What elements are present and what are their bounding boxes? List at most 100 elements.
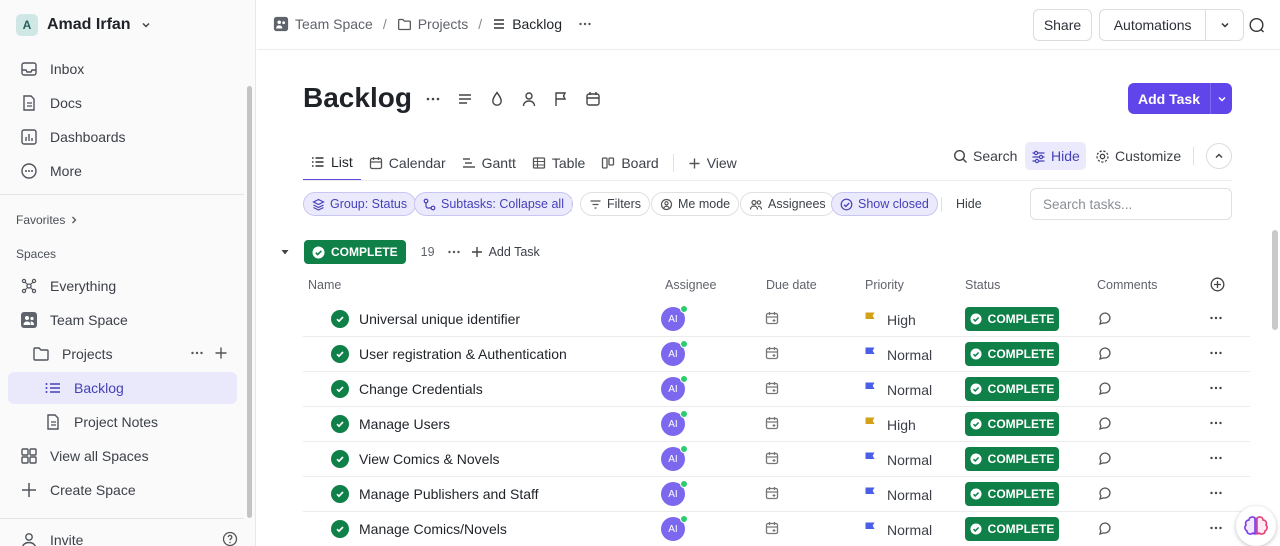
task-priority[interactable]: Normal xyxy=(887,382,932,398)
column-header-status[interactable]: Status xyxy=(965,278,1000,292)
priority-flag-icon[interactable] xyxy=(863,451,877,465)
comment-icon[interactable] xyxy=(1098,346,1113,361)
more-horizontal-icon[interactable] xyxy=(1209,346,1223,360)
task-complete-icon[interactable] xyxy=(331,485,349,503)
tab-gantt[interactable]: Gantt xyxy=(454,145,524,181)
sidebar-item-everything[interactable]: Everything xyxy=(8,270,237,302)
workspace-switcher[interactable]: A Amad Irfan xyxy=(16,14,152,36)
task-complete-icon[interactable] xyxy=(331,415,349,433)
sidebar-item-dashboards[interactable]: Dashboards xyxy=(8,121,237,153)
help-icon[interactable] xyxy=(222,531,238,546)
table-row[interactable]: Manage Comics/Novels AI Normal COMPLETE xyxy=(303,512,1250,546)
sidebar-item-view-all-spaces[interactable]: View all Spaces xyxy=(8,440,237,472)
sidebar-item-project-notes[interactable]: Project Notes xyxy=(8,406,237,438)
assignees-chip[interactable]: Assignees xyxy=(740,192,835,216)
add-view-button[interactable]: View xyxy=(680,145,745,181)
task-complete-icon[interactable] xyxy=(331,345,349,363)
tab-calendar[interactable]: Calendar xyxy=(361,145,454,181)
calendar-add-icon[interactable] xyxy=(765,486,779,500)
show-closed-chip[interactable]: Show closed xyxy=(831,192,938,216)
chevron-down-icon[interactable] xyxy=(1210,83,1232,114)
flag-icon[interactable] xyxy=(553,90,571,108)
customize-button[interactable]: Customize xyxy=(1095,145,1181,167)
collapse-header-button[interactable] xyxy=(1206,143,1232,169)
table-row[interactable]: User registration & Authentication AI Norm… xyxy=(303,337,1250,372)
search-view-button[interactable]: Search xyxy=(953,145,1017,167)
table-row[interactable]: Manage Publishers and Staff AI Normal COMPL… xyxy=(303,477,1250,512)
breadcrumb-list[interactable]: Backlog xyxy=(512,16,562,32)
more-horizontal-icon[interactable] xyxy=(447,245,461,259)
calendar-add-icon[interactable] xyxy=(765,451,779,465)
task-priority[interactable]: Normal xyxy=(887,522,932,538)
group-status-badge[interactable]: COMPLETE xyxy=(304,240,406,264)
tab-board[interactable]: Board xyxy=(593,145,666,181)
search-tasks-input[interactable]: Search tasks... xyxy=(1030,188,1232,220)
priority-flag-icon[interactable] xyxy=(863,416,877,430)
calendar-add-icon[interactable] xyxy=(765,311,779,325)
task-name[interactable]: Manage Comics/Novels xyxy=(359,521,507,537)
task-status-badge[interactable]: COMPLETE xyxy=(965,377,1059,401)
task-name[interactable]: Manage Users xyxy=(359,416,450,432)
more-horizontal-icon[interactable] xyxy=(1209,311,1223,325)
add-column-icon[interactable] xyxy=(1210,277,1225,292)
group-add-task-button[interactable]: Add Task xyxy=(471,245,540,259)
group-by-chip[interactable]: Group: Status xyxy=(303,192,417,216)
more-horizontal-icon[interactable] xyxy=(1209,381,1223,395)
more-horizontal-icon[interactable] xyxy=(190,346,204,360)
more-horizontal-icon[interactable] xyxy=(578,17,592,31)
column-header-comments[interactable]: Comments xyxy=(1097,278,1157,292)
sidebar-item-projects[interactable]: Projects xyxy=(20,338,237,370)
breadcrumb-folder[interactable]: Projects xyxy=(418,16,469,32)
calendar-add-icon[interactable] xyxy=(765,416,779,430)
comment-icon[interactable] xyxy=(1098,451,1113,466)
task-complete-icon[interactable] xyxy=(331,310,349,328)
chat-icon[interactable] xyxy=(1248,17,1265,34)
sidebar-item-backlog[interactable]: Backlog xyxy=(8,372,237,404)
share-button[interactable]: Share xyxy=(1033,9,1092,41)
plus-icon[interactable] xyxy=(214,346,228,360)
hide-columns-button[interactable]: Hide xyxy=(1025,142,1086,170)
task-name[interactable]: View Comics & Novels xyxy=(359,451,500,467)
column-header-priority[interactable]: Priority xyxy=(865,278,904,292)
task-status-badge[interactable]: COMPLETE xyxy=(965,342,1059,366)
priority-flag-icon[interactable] xyxy=(863,311,877,325)
more-horizontal-icon[interactable] xyxy=(1209,521,1223,535)
priority-flag-icon[interactable] xyxy=(863,381,877,395)
filters-chip[interactable]: Filters xyxy=(580,192,651,216)
priority-flag-icon[interactable] xyxy=(863,521,877,535)
calendar-add-icon[interactable] xyxy=(765,521,779,535)
chevron-down-icon[interactable] xyxy=(1206,19,1243,31)
more-horizontal-icon[interactable] xyxy=(1209,416,1223,430)
table-row[interactable]: Manage Users AI High COMPLETE xyxy=(303,407,1250,442)
column-header-due-date[interactable]: Due date xyxy=(766,278,817,292)
task-status-badge[interactable]: COMPLETE xyxy=(965,517,1059,541)
subtasks-chip[interactable]: Subtasks: Collapse all xyxy=(414,192,573,216)
priority-flag-icon[interactable] xyxy=(863,486,877,500)
task-complete-icon[interactable] xyxy=(331,450,349,468)
caret-down-icon[interactable] xyxy=(280,247,304,257)
task-name[interactable]: User registration & Authentication xyxy=(359,346,567,362)
favorites-section[interactable]: Favorites xyxy=(16,213,79,227)
task-priority[interactable]: Normal xyxy=(887,452,932,468)
sidebar-scrollbar[interactable] xyxy=(247,86,252,518)
description-icon[interactable] xyxy=(457,90,475,108)
priority-flag-icon[interactable] xyxy=(863,346,877,360)
task-priority[interactable]: Normal xyxy=(887,347,932,363)
sidebar-item-create-space[interactable]: Create Space xyxy=(8,474,237,506)
me-mode-chip[interactable]: Me mode xyxy=(651,192,740,216)
calendar-add-icon[interactable] xyxy=(765,381,779,395)
task-status-badge[interactable]: COMPLETE xyxy=(965,412,1059,436)
column-header-name[interactable]: Name xyxy=(308,278,341,292)
sidebar-item-inbox[interactable]: Inbox xyxy=(8,53,237,85)
comment-icon[interactable] xyxy=(1098,486,1113,501)
task-complete-icon[interactable] xyxy=(331,380,349,398)
comment-icon[interactable] xyxy=(1098,521,1113,536)
table-row[interactable]: Change Credentials AI Normal COMPLETE xyxy=(303,372,1250,407)
comment-icon[interactable] xyxy=(1098,311,1113,326)
hide-filter-button[interactable]: Hide xyxy=(956,197,982,211)
task-status-badge[interactable]: COMPLETE xyxy=(965,447,1059,471)
more-horizontal-icon[interactable] xyxy=(1209,451,1223,465)
color-drop-icon[interactable] xyxy=(489,90,507,108)
comment-icon[interactable] xyxy=(1098,416,1113,431)
person-icon[interactable] xyxy=(521,90,539,108)
